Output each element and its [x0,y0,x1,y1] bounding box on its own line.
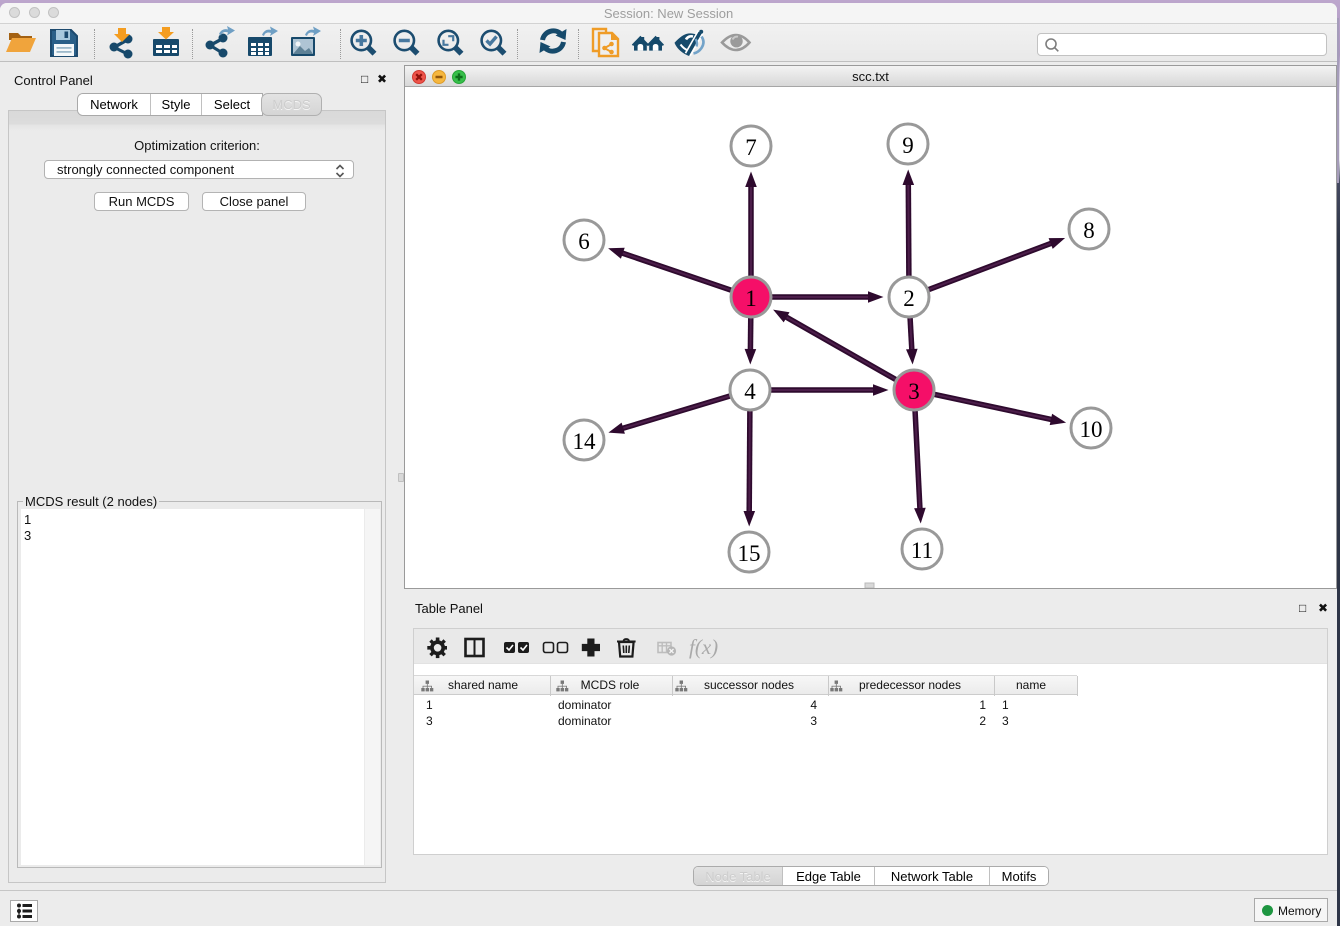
svg-text:7: 7 [745,135,757,160]
svg-text:3: 3 [908,379,920,404]
svg-text:14: 14 [573,429,597,454]
svg-text:11: 11 [911,538,933,563]
svg-text:6: 6 [578,229,590,254]
svg-text:8: 8 [1083,218,1095,243]
svg-text:9: 9 [902,133,914,158]
svg-text:10: 10 [1080,417,1103,442]
svg-text:2: 2 [903,286,915,311]
svg-text:f(x): f(x) [689,635,718,659]
svg-text:4: 4 [744,379,756,404]
svg-text:1: 1 [745,286,757,311]
svg-text:15: 15 [738,541,761,566]
